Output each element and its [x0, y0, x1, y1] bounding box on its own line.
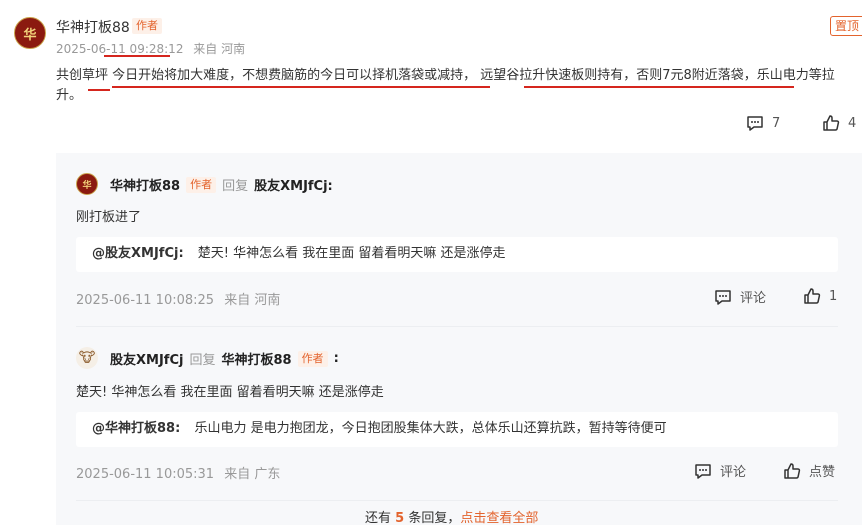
reply-quote: @股友XMJfCj: 楚天! 华神怎么看 我在里面 留着看明天嘛 还是涨停走: [76, 237, 838, 272]
more-count: 5: [395, 511, 405, 526]
comment-icon: [746, 114, 764, 132]
more-suffix: 条回复，: [408, 511, 461, 526]
annotation-underline-time: [104, 55, 170, 57]
reply-comment-button[interactable]: 评论: [714, 287, 766, 306]
author-name[interactable]: 华神打板88: [56, 17, 130, 37]
reply-meta: 2025-06-11 10:08:25 来自 河南: [76, 289, 280, 308]
author-tag: 作者: [297, 350, 328, 367]
comment-label: 评论: [740, 291, 767, 306]
annotation-underline-3: [88, 89, 110, 91]
reply-avatar[interactable]: 🐮: [76, 347, 98, 369]
thumbs-up-icon: [803, 287, 821, 305]
comment-button[interactable]: 7: [746, 114, 780, 132]
reply-quote: @华神打板88: 乐山电力 是电力抱团龙，今日抱团股集体大跌，总体乐山还算抗跌，…: [76, 412, 838, 447]
annotation-underline-2: [524, 86, 794, 88]
reply-to-user[interactable]: 华神打板88: [221, 349, 291, 368]
comment-icon: [714, 288, 732, 306]
thumbs-up-icon: [783, 462, 801, 480]
reply-time: 2025-06-11 10:05:31: [76, 467, 215, 482]
reply-text: 楚天! 华神怎么看 我在里面 留着看明天嘛 还是涨停走: [76, 385, 384, 400]
reply-time: 2025-06-11 10:08:25: [76, 293, 215, 308]
reply-word: 回复: [222, 179, 249, 194]
reply-text: 刚打板进了: [76, 210, 142, 225]
quote-user[interactable]: @股友XMJfCj:: [92, 246, 184, 261]
reply-meta: 2025-06-11 10:05:31 来自 广东: [76, 463, 280, 482]
like-button[interactable]: 4: [822, 114, 856, 132]
reply-location: 来自 河南: [224, 293, 281, 308]
like-label: 1: [829, 288, 838, 304]
reply-word: 回复: [189, 353, 216, 368]
reply-location: 来自 广东: [224, 467, 281, 482]
reply-like-button[interactable]: 1: [803, 287, 837, 305]
reply-colon: :: [333, 351, 339, 366]
like-count: 4: [848, 115, 857, 131]
quote-text: 楚天! 华神怎么看 我在里面 留着看明天嘛 还是涨停走: [197, 246, 506, 261]
more-prefix: 还有: [365, 511, 392, 526]
more-replies: 还有 5 条回复，点击查看全部: [365, 507, 538, 526]
comment-time: 2025-06-11 09:28:12: [56, 42, 184, 56]
quote-user[interactable]: @华神打板88:: [92, 421, 180, 436]
reply-like-button[interactable]: 点赞: [783, 461, 835, 480]
reply-comment-button[interactable]: 评论: [694, 461, 746, 480]
pinned-badge: 置顶: [830, 16, 862, 36]
reply-divider: [76, 326, 838, 327]
quote-text: 乐山电力 是电力抱团龙，今日抱团股集体大跌，总体乐山还算抗跌，暂持等待便可: [194, 421, 667, 436]
author-tag: 作者: [132, 18, 162, 34]
comment-label: 评论: [720, 465, 747, 480]
comment-location: 来自 河南: [193, 42, 246, 56]
view-all-link[interactable]: 点击查看全部: [460, 511, 538, 526]
author-tag: 作者: [186, 176, 217, 193]
comment-icon: [694, 462, 712, 480]
reply-avatar[interactable]: 华: [76, 173, 98, 195]
comment-count: 7: [772, 115, 781, 131]
reply-divider: [76, 500, 838, 501]
reply-to-user[interactable]: 股友XMJfCj:: [254, 175, 333, 194]
reply-header: 华神打板88 作者 回复 股友XMJfCj:: [110, 175, 333, 194]
like-label: 点赞: [809, 465, 836, 480]
thumbs-up-icon: [822, 114, 840, 132]
reply-header: 股友XMJfCj 回复 华神打板88 作者 :: [110, 349, 339, 368]
reply-author[interactable]: 股友XMJfCj: [110, 349, 183, 368]
author-avatar[interactable]: 华: [14, 17, 46, 49]
reply-author[interactable]: 华神打板88: [110, 175, 180, 194]
annotation-underline-1: [112, 86, 490, 88]
